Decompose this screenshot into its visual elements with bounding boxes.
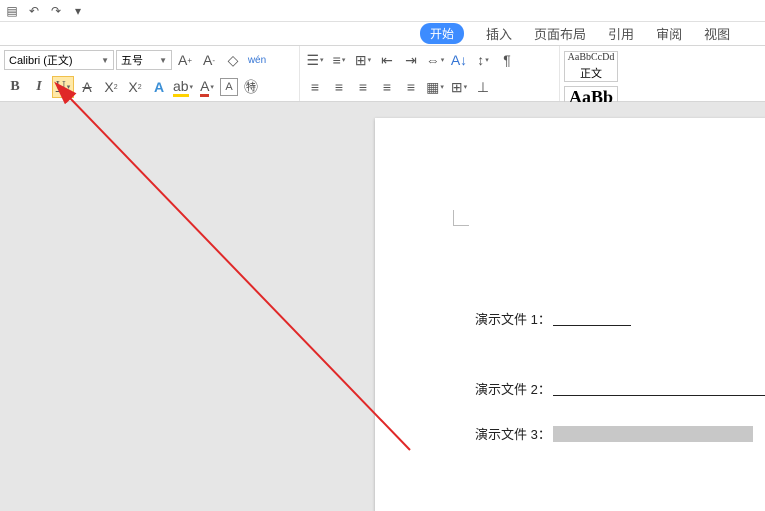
align-left-button[interactable]: ≡ — [304, 76, 326, 98]
margin-mark-icon — [453, 210, 469, 226]
superscript-button[interactable]: X2 — [100, 76, 122, 98]
qat-dropdown-icon[interactable]: ▾ — [70, 3, 86, 19]
shrink-font-button[interactable]: A- — [198, 49, 220, 71]
doc-line-2: 演示文件 2： — [475, 382, 765, 396]
document-content: 演示文件 1： 演示文件 2： 演示文件 3： — [475, 312, 765, 442]
tab-layout[interactable]: 页面布局 — [534, 24, 586, 43]
shading-button[interactable]: ▦▾ — [424, 76, 446, 98]
borders-button[interactable]: ⊞▾ — [448, 76, 470, 98]
font-name-select[interactable]: Calibri (正文) ▼ — [4, 50, 114, 70]
subscript-button[interactable]: X2 — [124, 76, 146, 98]
chevron-down-icon: ▼ — [159, 56, 167, 65]
char-scale-button[interactable]: ⇔▾ — [424, 49, 446, 71]
redo-icon[interactable]: ↷ — [48, 3, 64, 19]
underline-blank-2 — [553, 382, 765, 396]
font-group: Calibri (正文) ▼ 五号 ▼ A+ A- ◇ wén B I U▾ A… — [0, 46, 300, 101]
style-body[interactable]: AaBbCcDd 正文 — [564, 51, 618, 82]
underline-button[interactable]: U▾ — [52, 76, 74, 98]
clear-format-button[interactable]: ◇ — [222, 49, 244, 71]
tab-view[interactable]: 视图 — [704, 24, 730, 43]
doc-line-1: 演示文件 1： — [475, 312, 765, 326]
decrease-indent-button[interactable]: ⇤ — [376, 49, 398, 71]
font-name-value: Calibri (正文) — [9, 52, 73, 68]
tab-reference[interactable]: 引用 — [608, 24, 634, 43]
text-effect-button[interactable]: A — [148, 76, 170, 98]
save-icon[interactable]: ▤ — [4, 3, 20, 19]
chevron-down-icon: ▾ — [67, 83, 71, 91]
pinyin-button[interactable]: wén — [246, 49, 268, 71]
undo-icon[interactable]: ↶ — [26, 3, 42, 19]
quick-access-toolbar: ▤ ↶ ↷ ▾ — [0, 0, 765, 22]
sort-button[interactable]: A↓ — [448, 49, 470, 71]
enclosed-char-button[interactable]: ㊕ — [240, 76, 262, 98]
char-border-button[interactable]: A — [220, 78, 238, 96]
paragraph-group: ☰▾ ≡▾ ⊞▾ ⇤ ⇥ ⇔▾ A↓ ↕▾ ¶ ≡ ≡ ≡ ≡ ≡ ▦▾ ⊞▾ … — [300, 46, 560, 101]
doc-line-3: 演示文件 3： — [475, 426, 765, 442]
underline-blank-1 — [553, 312, 631, 326]
font-color-button[interactable]: A▾ — [196, 76, 218, 98]
tab-review[interactable]: 审阅 — [656, 24, 682, 43]
increase-indent-button[interactable]: ⇥ — [400, 49, 422, 71]
tabs-button[interactable]: ⊥ — [472, 76, 494, 98]
line-spacing-button[interactable]: ↕▾ — [472, 49, 494, 71]
tab-start[interactable]: 开始 — [420, 23, 464, 44]
grow-font-button[interactable]: A+ — [174, 49, 196, 71]
font-size-select[interactable]: 五号 ▼ — [116, 50, 172, 70]
strikethrough-button[interactable]: A — [76, 76, 98, 98]
document-workspace: 演示文件 1： 演示文件 2： 演示文件 3： — [0, 102, 765, 511]
show-marks-button[interactable]: ¶ — [496, 49, 518, 71]
align-center-button[interactable]: ≡ — [328, 76, 350, 98]
document-page[interactable]: 演示文件 1： 演示文件 2： 演示文件 3： — [375, 118, 765, 511]
align-distributed-button[interactable]: ≡ — [400, 76, 422, 98]
number-list-button[interactable]: ≡▾ — [328, 49, 350, 71]
italic-button[interactable]: I — [28, 76, 50, 98]
ribbon: Calibri (正文) ▼ 五号 ▼ A+ A- ◇ wén B I U▾ A… — [0, 46, 765, 102]
styles-group: AaBbCcDd 正文 AaBb 标题 1 AaBb 标题 2 — [560, 46, 765, 101]
chevron-down-icon: ▼ — [101, 56, 109, 65]
selection-highlight — [553, 426, 753, 442]
font-size-value: 五号 — [121, 52, 143, 68]
ribbon-tabs: 开始 插入 页面布局 引用 审阅 视图 — [0, 22, 765, 46]
align-right-button[interactable]: ≡ — [352, 76, 374, 98]
align-justify-button[interactable]: ≡ — [376, 76, 398, 98]
highlight-button[interactable]: ab▾ — [172, 76, 194, 98]
bullet-list-button[interactable]: ☰▾ — [304, 49, 326, 71]
tab-insert[interactable]: 插入 — [486, 24, 512, 43]
bold-button[interactable]: B — [4, 76, 26, 98]
multilevel-list-button[interactable]: ⊞▾ — [352, 49, 374, 71]
